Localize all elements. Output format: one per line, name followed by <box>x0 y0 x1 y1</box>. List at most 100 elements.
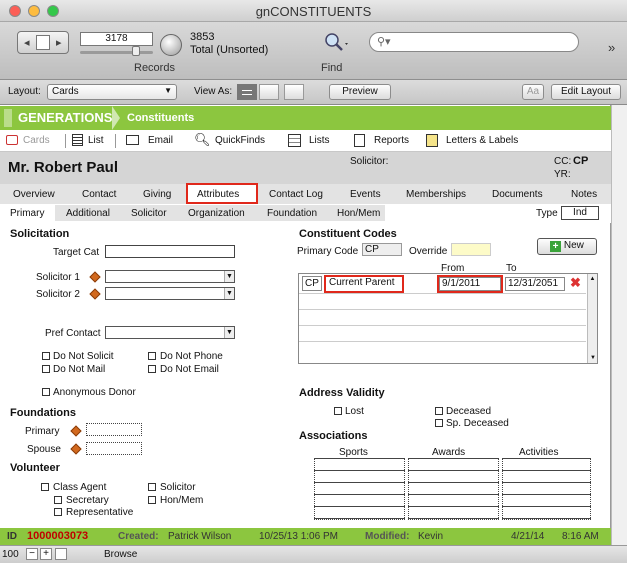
subtab-solicitor[interactable]: Solicitor <box>131 208 167 219</box>
tab-documents[interactable]: Documents <box>492 189 543 200</box>
find-button[interactable] <box>320 30 350 54</box>
do-not-phone-label: Do Not Phone <box>160 351 223 362</box>
pref-contact-label: Pref Contact <box>45 328 101 339</box>
from-date-highlight <box>437 275 503 293</box>
code-row-code[interactable]: CP <box>302 276 322 291</box>
target-cat-label: Target Cat <box>53 247 100 258</box>
text-format-button[interactable]: Aa <box>522 84 544 100</box>
representative-checkbox[interactable] <box>54 508 62 516</box>
subtab-organization[interactable]: Organization <box>188 208 245 219</box>
do-not-email-checkbox[interactable] <box>148 365 156 373</box>
search-input[interactable]: ⚲▾ <box>369 32 579 52</box>
divider <box>115 134 116 148</box>
tab-contact[interactable]: Contact <box>82 189 116 200</box>
code-row-to[interactable]: 12/31/2051 <box>505 277 565 291</box>
do-not-phone-checkbox[interactable] <box>148 352 156 360</box>
tab-contact-log[interactable]: Contact Log <box>269 189 323 200</box>
address-validity-heading: Address Validity <box>299 387 385 399</box>
pie-chart-icon <box>160 34 182 56</box>
cards-link[interactable]: Cards <box>23 135 50 146</box>
email-link[interactable]: Email <box>148 135 173 146</box>
foundation-spouse-label: Spouse <box>27 444 61 455</box>
anonymous-donor-checkbox[interactable] <box>42 388 50 396</box>
record-slider-thumb[interactable] <box>132 46 140 56</box>
edit-layout-button[interactable]: Edit Layout <box>551 84 621 100</box>
subtab-foundation[interactable]: Foundation <box>267 208 317 219</box>
portal-row-line <box>299 309 586 310</box>
zoom-out-icon[interactable]: − <box>26 548 38 560</box>
volunteer-hon-mem-label: Hon/Mem <box>160 495 204 506</box>
reports-icon <box>354 134 365 147</box>
solicitor1-select[interactable]: ▼ <box>105 270 235 283</box>
primary-code-field[interactable]: CP <box>362 243 402 256</box>
lists-link[interactable]: Lists <box>309 135 330 146</box>
chevron-down-icon: ▼ <box>224 288 234 299</box>
type-field[interactable]: Ind <box>561 206 599 220</box>
cc-value: CP <box>573 155 589 167</box>
portal-scrollbar[interactable]: ▲ ▼ <box>587 274 597 363</box>
zoom-level[interactable]: 100 <box>2 549 19 560</box>
sp-deceased-label: Sp. Deceased <box>446 418 509 429</box>
letters-labels-link[interactable]: Letters & Labels <box>446 135 518 146</box>
record-slider[interactable] <box>80 51 153 54</box>
pref-contact-select[interactable]: ▼ <box>105 326 235 339</box>
volunteer-hon-mem-checkbox[interactable] <box>148 496 156 504</box>
tab-giving[interactable]: Giving <box>143 189 171 200</box>
list-icon <box>72 134 83 146</box>
scroll-down-icon[interactable]: ▼ <box>588 355 598 361</box>
foundation-spouse-field[interactable] <box>86 442 142 455</box>
quickfinds-link[interactable]: QuickFinds <box>215 135 265 146</box>
volunteer-solicitor-checkbox[interactable] <box>148 483 156 491</box>
layout-select-value: Cards <box>52 86 79 97</box>
created-by: Patrick Wilson <box>168 531 232 542</box>
lost-checkbox[interactable] <box>334 407 342 415</box>
subtab-hon-mem[interactable]: Hon/Mem <box>337 208 380 219</box>
solicitor2-select[interactable]: ▼ <box>105 287 235 300</box>
awards-list[interactable] <box>408 458 499 520</box>
brand-logo-icon <box>4 109 12 127</box>
foundation-primary-field[interactable] <box>86 423 142 436</box>
window-scrollbar[interactable] <box>611 105 627 545</box>
brand-name: GENERATIONS <box>18 110 113 125</box>
window-title: gnCONSTITUENTS <box>255 4 372 19</box>
previous-record-icon[interactable]: ◂ <box>24 36 30 49</box>
lists-icon <box>288 134 301 147</box>
list-view-button[interactable] <box>259 84 279 100</box>
table-view-button[interactable] <box>284 84 304 100</box>
tab-notes[interactable]: Notes <box>571 189 597 200</box>
status-toolbar-toggle-icon[interactable] <box>55 548 67 560</box>
tab-events[interactable]: Events <box>350 189 381 200</box>
do-not-mail-checkbox[interactable] <box>42 365 50 373</box>
reports-link[interactable]: Reports <box>374 135 409 146</box>
toolbar: ◂ ▸ 3178 Records 3853 Total (Unsorted) F… <box>0 22 627 80</box>
subtab-primary[interactable]: Primary <box>10 208 44 219</box>
secretary-checkbox[interactable] <box>54 496 62 504</box>
current-record-input[interactable]: 3178 <box>80 32 153 46</box>
form-view-button[interactable] <box>237 84 257 100</box>
activities-list[interactable] <box>502 458 591 520</box>
do-not-solicit-checkbox[interactable] <box>42 352 50 360</box>
sp-deceased-checkbox[interactable] <box>435 419 443 427</box>
tab-overview[interactable]: Overview <box>13 189 55 200</box>
sports-list[interactable] <box>314 458 405 520</box>
override-field[interactable] <box>451 243 491 256</box>
tab-memberships[interactable]: Memberships <box>406 189 466 200</box>
layout-select[interactable]: Cards ▼ <box>47 84 177 100</box>
class-agent-checkbox[interactable] <box>41 483 49 491</box>
deceased-checkbox[interactable] <box>435 407 443 415</box>
preview-button[interactable]: Preview <box>329 84 391 100</box>
yr-label: YR: <box>554 169 571 180</box>
scroll-up-icon[interactable]: ▲ <box>588 276 597 282</box>
record-navigator[interactable]: ◂ ▸ <box>17 31 69 54</box>
list-link[interactable]: List <box>88 135 104 146</box>
do-not-solicit-label: Do Not Solicit <box>53 351 114 362</box>
zoom-in-icon[interactable]: + <box>40 548 52 560</box>
subtab-additional[interactable]: Additional <box>66 208 110 219</box>
new-code-button[interactable]: + New <box>537 238 597 255</box>
delete-code-icon[interactable]: ✖ <box>570 275 581 291</box>
toolbar-overflow-icon[interactable]: » <box>608 40 615 55</box>
target-cat-field[interactable] <box>105 245 235 258</box>
solicitation-heading: Solicitation <box>10 228 70 240</box>
next-record-icon[interactable]: ▸ <box>56 36 62 49</box>
class-agent-label: Class Agent <box>53 482 107 493</box>
